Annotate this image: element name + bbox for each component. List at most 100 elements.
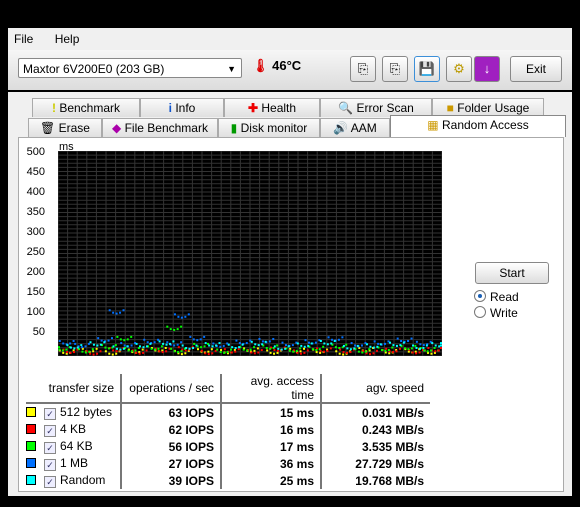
- data-point: [237, 348, 240, 351]
- toolbar: Maxtor 6V200E0 (203 GB) ▼ 🌡 46°C ⎘ ⎘ 💾 ⚙ …: [8, 50, 572, 92]
- ops-cell: 63 IOPS: [120, 403, 221, 421]
- data-point: [245, 342, 248, 345]
- data-point: [391, 346, 394, 349]
- data-point: [238, 342, 241, 345]
- tab-label: Benchmark: [59, 101, 121, 115]
- data-point: [295, 349, 298, 352]
- data-point: [160, 345, 163, 348]
- data-point: [192, 346, 195, 349]
- tab-random-access[interactable]: ▦ Random Access: [390, 115, 566, 137]
- tab-label: Erase: [58, 121, 90, 135]
- data-point: [272, 337, 275, 340]
- color-swatch: [26, 424, 36, 434]
- data-point: [99, 343, 102, 346]
- tab-aam[interactable]: 🔊 AAM: [320, 118, 390, 137]
- data-point: [319, 351, 322, 354]
- series-checkbox[interactable]: ✓: [44, 459, 56, 471]
- series-checkbox[interactable]: ✓: [44, 476, 56, 488]
- table-row: ✓ 4 KB 62 IOPS 16 ms 0.243 MB/s: [26, 421, 430, 438]
- data-point: [92, 353, 95, 356]
- data-point: [437, 349, 440, 352]
- write-radio[interactable]: Write: [474, 306, 518, 320]
- data-point: [104, 346, 107, 349]
- drive-select[interactable]: Maxtor 6V200E0 (203 GB) ▼: [18, 58, 242, 78]
- data-point: [150, 347, 153, 350]
- data-point: [126, 345, 129, 348]
- data-point: [418, 347, 421, 350]
- data-point: [261, 340, 264, 343]
- data-point: [84, 345, 87, 348]
- table-row: ✓ 512 bytes 63 IOPS 15 ms 0.031 MB/s: [26, 403, 430, 421]
- copy-image-button[interactable]: ⎘: [382, 56, 408, 82]
- copy-text-button[interactable]: ⎘: [350, 56, 376, 82]
- data-point: [176, 328, 179, 331]
- time-cell: 36 ms: [220, 455, 321, 472]
- data-point: [84, 351, 87, 354]
- series-checkbox[interactable]: ✓: [44, 442, 56, 454]
- data-point: [402, 341, 405, 344]
- tab-benchmark[interactable]: ! Benchmark: [32, 98, 140, 117]
- data-point: [410, 337, 413, 340]
- data-point: [331, 338, 334, 341]
- data-point: [145, 345, 148, 348]
- data-point: [173, 328, 176, 331]
- series-checkbox[interactable]: ✓: [44, 425, 56, 437]
- data-point: [211, 345, 214, 348]
- data-point: [73, 347, 76, 350]
- data-point: [135, 351, 138, 354]
- start-button[interactable]: Start: [475, 262, 549, 284]
- read-radio[interactable]: Read: [474, 290, 519, 304]
- data-point: [227, 343, 230, 346]
- data-point: [234, 346, 237, 349]
- data-point: [80, 344, 83, 347]
- data-point: [161, 351, 164, 354]
- data-point: [234, 350, 237, 353]
- data-point: [226, 351, 229, 354]
- data-point: [273, 349, 276, 352]
- bar-chart-icon: ▮: [230, 121, 238, 135]
- tab-file-benchmark[interactable]: ◆ File Benchmark: [102, 118, 218, 137]
- data-point: [360, 344, 363, 347]
- table-row: ✓ Random 39 IOPS 25 ms 19.768 MB/s: [26, 472, 430, 489]
- thermometer-icon: 🌡: [252, 58, 269, 73]
- data-point: [88, 350, 91, 353]
- tab-erase[interactable]: 🗑 Erase: [28, 118, 102, 137]
- y-tick-label: 150: [26, 286, 45, 298]
- data-point: [407, 340, 410, 343]
- data-point: [319, 340, 322, 343]
- data-point: [346, 347, 349, 350]
- magnifier-icon: 🔍: [338, 101, 354, 115]
- data-point: [292, 350, 295, 353]
- data-point: [199, 338, 202, 341]
- tab-health[interactable]: ✚ Health: [224, 98, 320, 117]
- data-point: [241, 343, 244, 346]
- data-point: [354, 344, 357, 347]
- download-button[interactable]: ↓: [474, 56, 500, 82]
- data-point: [176, 343, 179, 346]
- data-point: [257, 351, 260, 354]
- data-point: [289, 347, 292, 350]
- data-point: [425, 344, 428, 347]
- data-point: [341, 336, 344, 339]
- save-button[interactable]: 💾: [414, 56, 440, 82]
- tab-info[interactable]: i Info: [140, 98, 224, 117]
- menu-file[interactable]: File: [14, 32, 33, 46]
- data-point: [219, 345, 222, 348]
- exit-button[interactable]: Exit: [510, 56, 562, 82]
- data-point: [323, 342, 326, 345]
- menu-help[interactable]: Help: [55, 32, 80, 46]
- speed-cell: 27.729 MB/s: [320, 455, 430, 472]
- data-point: [361, 351, 364, 354]
- series-checkbox[interactable]: ✓: [44, 408, 56, 420]
- x-tick-label: 40: [208, 495, 221, 507]
- data-point: [345, 343, 348, 346]
- data-point: [115, 312, 118, 315]
- options-button[interactable]: ⚙: [446, 56, 472, 82]
- data-point: [66, 344, 69, 347]
- data-point: [157, 347, 160, 350]
- tab-label: Info: [175, 101, 196, 115]
- data-point: [368, 348, 371, 351]
- size-cell: ✓ 64 KB: [26, 438, 121, 455]
- chevron-down-icon: ▼: [227, 64, 236, 74]
- tab-disk-monitor[interactable]: ▮ Disk monitor: [218, 118, 320, 137]
